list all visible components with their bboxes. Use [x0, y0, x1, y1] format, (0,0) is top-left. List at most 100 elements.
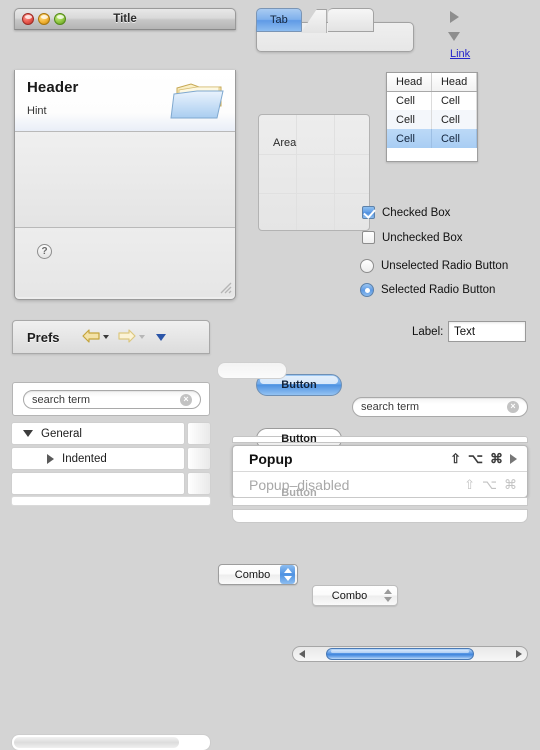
combo-stepper-icon[interactable] — [280, 565, 295, 584]
outline-scrollbar-3[interactable] — [188, 473, 210, 494]
checkbox-unchecked-row[interactable]: Unchecked Box — [362, 231, 463, 244]
menu-blank-strip-2 — [232, 509, 528, 523]
horizontal-scrollbar[interactable] — [12, 735, 210, 750]
outline-label-general: General — [41, 427, 82, 440]
scroll-right-icon[interactable] — [512, 650, 525, 658]
menu-blank-strip-1 — [232, 497, 528, 506]
window-titlebar-top[interactable]: Title — [14, 8, 236, 30]
folder-icon — [169, 76, 225, 127]
prefs-menu-triangle-icon[interactable] — [155, 333, 166, 341]
table-header-cell[interactable]: Head — [431, 73, 477, 92]
help-icon[interactable]: ? — [37, 244, 52, 259]
combo-box-enabled[interactable]: Combo — [218, 564, 298, 585]
outline-label-indented: Indented — [62, 452, 107, 465]
command-key-icon: ⌘ — [504, 476, 517, 492]
resize-grip-icon[interactable] — [219, 281, 232, 294]
header-pane: Header Hint — [15, 70, 235, 132]
checkbox-checked-row[interactable]: Checked Box — [362, 206, 450, 219]
disclosure-triangle-expanded-icon[interactable] — [23, 430, 33, 437]
text-input-value: Text — [454, 325, 476, 338]
arrow-up-icon — [283, 568, 292, 573]
arrow-down-icon — [283, 576, 292, 581]
tab-unselected[interactable] — [327, 8, 374, 32]
submenu-arrow-icon — [510, 453, 517, 464]
popup-menu: Popup ⇧ ⌥ ⌘ Popup–disabled ⇧ ⌥ ⌘ — [232, 445, 528, 498]
radio-unselected-icon[interactable] — [360, 259, 374, 273]
arrow-up-icon — [383, 589, 392, 594]
scroll-left-icon[interactable] — [295, 650, 308, 658]
command-key-icon: ⌘ — [490, 450, 503, 466]
outline-row-indented[interactable]: Indented — [12, 448, 184, 469]
search-input-right[interactable]: search term — [361, 401, 419, 413]
combo-box-disabled: Combo — [312, 585, 398, 606]
tab-strip: Tab — [256, 8, 374, 33]
menu-item-popup-label: Popup — [249, 450, 293, 467]
search-field-right[interactable]: search term × — [352, 397, 528, 417]
triangle-down-icon[interactable] — [448, 32, 460, 41]
checkbox-checked-label: Checked Box — [382, 206, 451, 219]
outline-scrollbar-2[interactable] — [188, 448, 210, 469]
menu-item-popup[interactable]: Popup ⇧ ⌥ ⌘ — [233, 446, 527, 471]
outline-row-empty[interactable] — [12, 473, 184, 494]
table-header-cell[interactable]: Head — [387, 73, 432, 92]
data-table[interactable]: Head Head Cell Cell Cell Cell Cell Cell — [386, 72, 478, 162]
nav-group — [81, 328, 166, 346]
scrollbar-track[interactable] — [308, 648, 512, 660]
back-arrow-icon[interactable] — [81, 328, 100, 346]
table-cell: Cell — [431, 129, 477, 148]
close-button-icon[interactable] — [22, 13, 34, 25]
zoom-button-icon[interactable] — [54, 13, 66, 25]
area-gridline — [296, 115, 297, 230]
table-grid: Head Head Cell Cell Cell Cell Cell Cell — [387, 73, 477, 148]
menu-item-popup-disabled: Popup–disabled ⇧ ⌥ ⌘ — [233, 472, 527, 497]
table-header-row: Head Head — [387, 73, 477, 92]
search-field-left[interactable]: search term × — [23, 390, 201, 409]
window-body-main: Header Hint ? — [14, 70, 236, 300]
tab-selected[interactable]: Tab — [256, 8, 327, 33]
forward-menu-caret-icon — [138, 335, 145, 339]
scroll-gutter-left — [218, 363, 286, 378]
radio-selected-label: Selected Radio Button — [381, 284, 496, 296]
scrollbar-thumb[interactable] — [326, 648, 474, 660]
checkbox-checked-icon[interactable] — [362, 206, 375, 219]
checkbox-unchecked-label: Unchecked Box — [382, 231, 463, 244]
search-input-left[interactable]: search term — [32, 394, 90, 406]
table-cell: Cell — [431, 91, 477, 110]
forward-arrow-icon[interactable] — [117, 328, 136, 346]
prefs-toolbar: Prefs — [12, 320, 210, 354]
menu-item-popup-shortcut: ⇧ ⌥ ⌘ — [450, 451, 517, 467]
area-box[interactable]: Area — [258, 114, 370, 231]
table-row[interactable]: Cell Cell — [387, 91, 477, 110]
radio-unselected-row[interactable]: Unselected Radio Button — [360, 259, 508, 273]
link[interactable]: Link — [450, 48, 470, 60]
checkbox-unchecked-icon[interactable] — [362, 231, 375, 244]
tab-wedge — [300, 9, 327, 33]
label-text: Label: — [412, 326, 444, 338]
horizontal-scrollbar-aqua[interactable] — [292, 646, 528, 662]
text-input[interactable]: Text — [448, 321, 526, 342]
shift-key-icon: ⇧ — [464, 476, 476, 492]
default-button-label: Button — [281, 379, 317, 391]
outline-scrollbar-1[interactable] — [188, 423, 210, 444]
radio-selected-row[interactable]: Selected Radio Button — [360, 283, 495, 297]
triangle-right-icon[interactable] — [450, 11, 459, 23]
tab-label: Tab — [270, 14, 288, 26]
minimize-button-icon[interactable] — [38, 13, 50, 25]
table-row[interactable]: Cell Cell — [387, 110, 477, 129]
outline-row-general[interactable]: General — [12, 423, 184, 444]
radio-unselected-label: Unselected Radio Button — [381, 260, 509, 272]
outline-row-empty-2[interactable] — [12, 497, 210, 505]
clear-icon[interactable]: × — [180, 393, 192, 406]
arrow-down-icon — [383, 597, 392, 602]
radio-selected-icon[interactable] — [360, 283, 374, 297]
back-menu-caret-icon[interactable] — [102, 335, 109, 339]
horizontal-scrollbar-thumb[interactable] — [14, 737, 179, 748]
table-row-selected[interactable]: Cell Cell — [387, 129, 477, 148]
search-panel: search term × — [12, 382, 210, 416]
clear-icon[interactable]: × — [507, 401, 519, 413]
table-cell: Cell — [387, 129, 432, 148]
disclosure-triangle-collapsed-icon[interactable] — [47, 453, 54, 464]
menu-item-popup-disabled-shortcut: ⇧ ⌥ ⌘ — [464, 477, 517, 493]
area-gridline — [259, 193, 369, 194]
prefs-title: Prefs — [27, 329, 60, 345]
